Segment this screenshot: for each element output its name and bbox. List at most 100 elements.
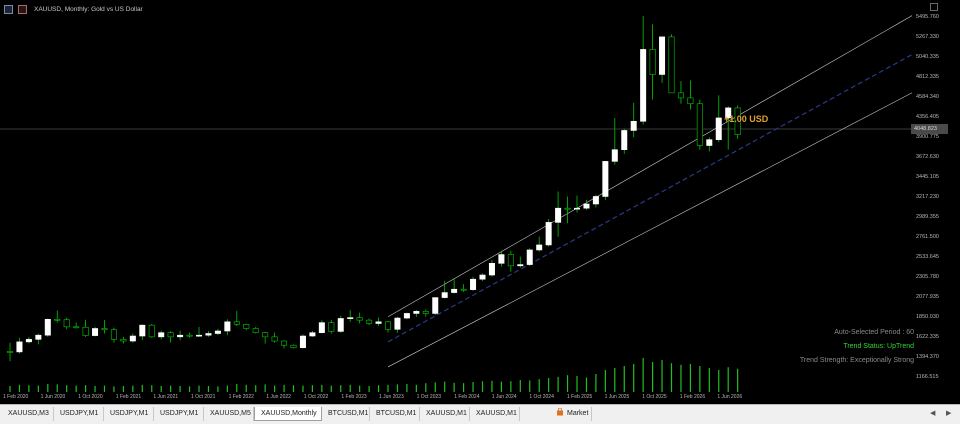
time-axis-label: 1 Jun 2026 xyxy=(717,394,743,400)
candle-body xyxy=(573,207,580,210)
time-axis-label: 1 Oct 2024 xyxy=(529,394,554,400)
candle-body xyxy=(696,103,703,146)
candle-body xyxy=(403,313,410,319)
candle-body xyxy=(583,203,590,209)
candle-body xyxy=(621,130,628,150)
price-axis-label: 5495.760 xyxy=(916,14,939,20)
candle-body xyxy=(139,324,146,337)
candle-body xyxy=(158,332,165,338)
price-axis-label: 4584.340 xyxy=(916,94,939,100)
candle-body xyxy=(611,149,618,162)
candle-body xyxy=(16,341,23,353)
candle-body xyxy=(347,317,354,319)
price-axis-label: 3900.775 xyxy=(916,134,939,140)
candle-body xyxy=(630,120,637,131)
chart-tab[interactable]: Market xyxy=(550,407,592,421)
candle-body xyxy=(706,139,713,146)
chart-tab-label: USDJPY,M1 xyxy=(110,410,149,417)
candle-body xyxy=(564,207,571,210)
candle-body xyxy=(309,332,316,337)
time-axis-label: 1 Oct 2025 xyxy=(642,394,667,400)
tab-scroll-right-icon[interactable]: ▶ xyxy=(946,409,951,417)
trend-strength-text: Trend Strength: Exceptionally Strong xyxy=(799,357,914,364)
chart-tab-label: XAUUSD,M1 xyxy=(426,410,467,417)
price-axis-label: 2533.645 xyxy=(916,254,939,260)
position-profit-label: +1.00 USD xyxy=(724,114,769,124)
price-axis-label: 2989.355 xyxy=(916,214,939,220)
chart-tab-label: XAUUSD,M1 xyxy=(476,410,517,417)
price-axis-label: 3217.230 xyxy=(916,194,939,200)
chart-tab-label: USDJPY,M1 xyxy=(60,410,99,417)
time-axis-label: 1 Jun 2020 xyxy=(40,394,66,400)
price-axis[interactable]: 5495.760 5267.330 5040.335 4812.335 4584.340… xyxy=(912,0,960,392)
trend-info-panel: Auto-Selected Period : 60 Trend Status: … xyxy=(800,326,914,368)
price-chart[interactable] xyxy=(0,0,912,392)
price-axis-label: 5267.330 xyxy=(916,34,939,40)
candle-body xyxy=(498,254,505,264)
price-axis-label: 5040.335 xyxy=(916,54,939,60)
current-price-tag: 4048.823 xyxy=(911,124,948,134)
candle-body xyxy=(299,335,306,349)
chart-tab[interactable]: XAUUSD,M1 xyxy=(470,407,520,421)
candle-body xyxy=(101,328,108,331)
candle-body xyxy=(186,334,193,337)
time-axis-label: 1 Feb 2022 xyxy=(228,394,254,400)
chart-tab[interactable]: USDJPY,M1 xyxy=(104,407,154,421)
candle-body xyxy=(470,278,477,290)
candle-body xyxy=(63,319,70,328)
price-axis-label: 1622.335 xyxy=(916,334,939,340)
candle-body xyxy=(366,319,373,324)
candle-body xyxy=(375,321,382,324)
candle-body xyxy=(394,317,401,330)
time-axis-label: 1 Jun 2025 xyxy=(604,394,630,400)
chart-tab[interactable]: XAUUSD,Monthly xyxy=(254,407,322,421)
price-axis-label: 2305.780 xyxy=(916,274,939,280)
time-axis-label: 1 Feb 2020 xyxy=(3,394,29,400)
time-axis-label: 1 Jun 2023 xyxy=(379,394,404,400)
candle-body xyxy=(659,36,666,75)
candle-body xyxy=(214,330,221,334)
chart-tab-label: BTCUSD,M1 xyxy=(376,410,417,417)
candle-body xyxy=(337,318,344,332)
chart-tab-label: XAUUSD,Monthly xyxy=(261,410,317,417)
candle-body xyxy=(677,92,684,99)
candle-body xyxy=(73,326,80,329)
candle-body xyxy=(328,322,335,332)
time-axis[interactable]: 1 Feb 2020 1 Jun 2020 1 Oct 2020 1 Feb 2021… xyxy=(0,392,912,404)
chart-tab[interactable]: USDJPY,M1 xyxy=(154,407,204,421)
auto-period-text: Auto-Selected Period : 60 xyxy=(834,329,914,336)
chart-tab[interactable]: XAUUSD,M1 xyxy=(420,407,470,421)
price-axis-label: 1166.515 xyxy=(916,374,939,380)
chart-tab[interactable]: USDJPY,M1 xyxy=(54,407,104,421)
price-axis-label: 3672.630 xyxy=(916,154,939,160)
price-axis-label: 3445.105 xyxy=(916,174,939,180)
chart-tab[interactable]: BTCUSD,M1 xyxy=(370,407,420,421)
candle-body xyxy=(196,334,203,337)
candle-body xyxy=(640,49,647,122)
channel-mid-line xyxy=(387,53,912,343)
price-axis-label: 2761.500 xyxy=(916,234,939,240)
candle-body xyxy=(262,332,269,338)
chart-tab[interactable]: XAUUSD,M3 xyxy=(2,407,54,421)
chart-window[interactable]: XAUUSD, Monthly: Gold vs US Dollar 5495.… xyxy=(0,0,960,404)
time-axis-label: 1 Feb 2025 xyxy=(567,394,593,400)
chart-tab-label: BTCUSD,M1 xyxy=(328,410,369,417)
candle-body xyxy=(25,339,32,343)
candle-body xyxy=(92,328,99,336)
candle-body xyxy=(649,49,656,75)
chart-tab[interactable]: BTCUSD,M1 xyxy=(322,407,370,421)
time-axis-label: 1 Oct 2022 xyxy=(303,394,329,400)
price-axis-label: 1394.370 xyxy=(916,354,939,360)
candle-body xyxy=(479,274,486,280)
tab-scroll-left-icon[interactable]: ◀ xyxy=(930,409,935,417)
chart-tab[interactable]: XAUUSD,M5 xyxy=(204,407,254,421)
time-axis-label: 1 Feb 2023 xyxy=(341,394,367,400)
candle-body xyxy=(290,344,297,349)
candle-body xyxy=(120,339,127,342)
candle-body xyxy=(252,328,259,333)
candle-body xyxy=(687,97,694,105)
chart-tab-label: USDJPY,M1 xyxy=(160,410,199,417)
candle-body xyxy=(668,36,675,94)
candle-body xyxy=(451,288,458,293)
price-axis-label: 4356.405 xyxy=(916,114,939,120)
